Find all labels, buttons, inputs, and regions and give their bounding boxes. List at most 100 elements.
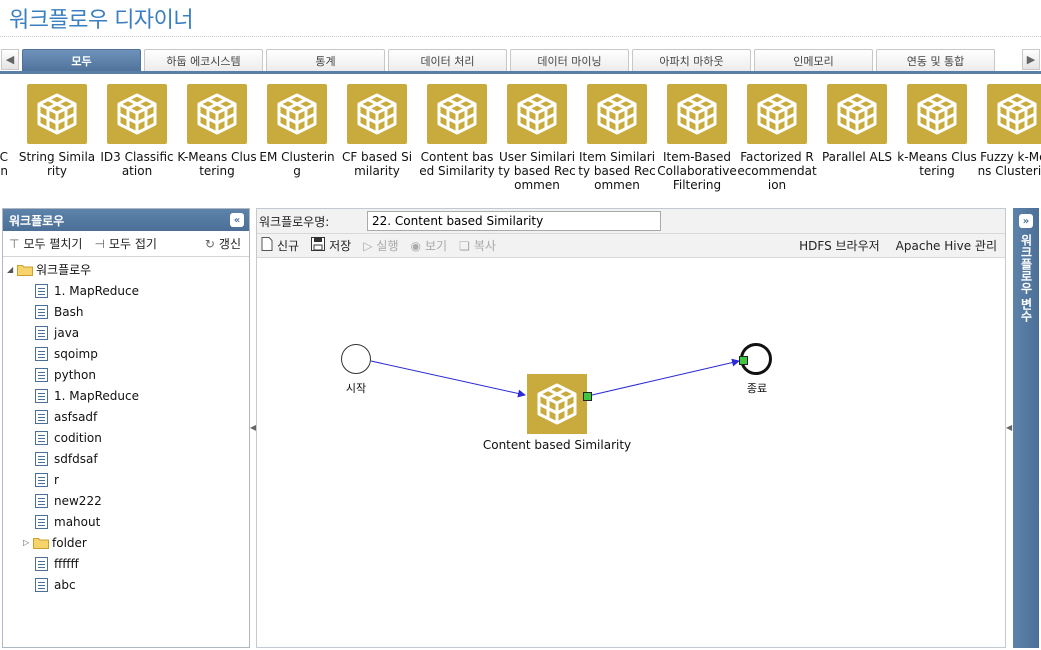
workflow-file-icon (35, 472, 48, 487)
cube-icon (507, 84, 567, 144)
refresh-button[interactable]: ↻ 갱신 (205, 235, 241, 252)
tree-item[interactable]: abc (3, 574, 249, 595)
cube-icon (537, 383, 577, 425)
expand-all-label: 모두 펼치기 (23, 237, 83, 251)
tab-in-memory[interactable]: 인메모리 (754, 49, 873, 71)
action-node-label: Content based Similarity (482, 438, 632, 452)
edge-start-to-action (370, 360, 526, 398)
palette-item[interactable]: Content based Similarity (417, 84, 497, 204)
tree-item[interactable]: codition (3, 427, 249, 448)
save-button[interactable]: 저장 (311, 237, 351, 254)
hive-admin-link[interactable]: Apache Hive 관리 (896, 237, 997, 254)
collapse-all-button[interactable]: ⊣ 모두 접기 (94, 235, 156, 252)
view-button[interactable]: ◉ 보기 (411, 237, 448, 254)
category-tabs: 모두 하둡 에코시스템 통계 데이터 처리 데이터 마이닝 아파치 마하웃 인메… (22, 49, 998, 71)
tree-root[interactable]: ◢ 워크플로우 (3, 259, 249, 280)
tree-item[interactable]: mahout (3, 511, 249, 532)
tab-apache-mahout[interactable]: 아파치 마하웃 (632, 49, 751, 71)
action-node[interactable] (527, 374, 587, 434)
palette-item-label: CF based Similarity (341, 150, 413, 178)
new-button[interactable]: 신규 (261, 237, 299, 254)
palette-item[interactable]: CF based Similarity (337, 84, 417, 204)
tree-item[interactable]: r (3, 469, 249, 490)
tree-item[interactable]: sqoimp (3, 343, 249, 364)
collapsed-arrow-icon[interactable]: ▷ (23, 538, 33, 547)
tab-scroll-left-button[interactable]: ◀ (1, 49, 19, 70)
refresh-label: 갱신 (218, 237, 241, 251)
workflow-file-icon (35, 367, 48, 382)
cube-icon (987, 84, 1041, 144)
workflow-canvas[interactable]: 시작 Content based Similarity 종료 (257, 258, 1005, 647)
start-node[interactable] (341, 344, 371, 374)
expand-all-button[interactable]: ⊤ 모두 펼치기 (9, 235, 82, 252)
palette-item[interactable]: K-Means Clustering (177, 84, 257, 204)
tab-data-mining[interactable]: 데이터 마이닝 (510, 49, 629, 71)
palette-item[interactable]: Fuzzy k-Means Clustering (977, 84, 1041, 204)
tab-statistics[interactable]: 통계 (266, 49, 385, 71)
tree-item[interactable]: python (3, 364, 249, 385)
panel-title: 워크플로우 (9, 213, 65, 228)
eye-icon: ◉ (410, 238, 421, 253)
tab-all[interactable]: 모두 (22, 49, 141, 71)
palette-item[interactable]: Item-Based Collaborative Filtering (657, 84, 737, 204)
end-node-input-port[interactable] (739, 356, 748, 365)
cube-icon (107, 84, 167, 144)
cube-icon (267, 84, 327, 144)
workflow-name-label: 워크플로우명: (259, 214, 330, 229)
palette-item[interactable]: EM Clustering (257, 84, 337, 204)
tree-item-label: folder (52, 535, 87, 550)
tree-item-label: asfsadf (54, 409, 98, 424)
palette-item-label: Parallel ALS (821, 150, 893, 164)
workflow-editor: 워크플로우명: 신규 저장 ▷ 실행 ◉ 보기 ❏ 복사 HDFS (256, 208, 1006, 648)
palette-item-label: C n (0, 150, 8, 178)
right-splitter[interactable]: ◀ (1006, 208, 1012, 648)
tree-item[interactable]: asfsadf (3, 406, 249, 427)
tree-folder[interactable]: ▷ folder (3, 532, 249, 553)
workflow-variables-panel[interactable]: » 워크플로우 변수 (1013, 208, 1039, 648)
copy-button[interactable]: ❏ 복사 (459, 237, 496, 254)
edges-layer (370, 358, 740, 398)
palette-item[interactable]: ID3 Classification (97, 84, 177, 204)
tree-item[interactable]: 1. MapReduce (3, 280, 249, 301)
palette-item[interactable]: Parallel ALS (817, 84, 897, 204)
workflow-name-bar: 워크플로우명: (257, 209, 1005, 234)
tree-item[interactable]: ffffff (3, 553, 249, 574)
tree-item[interactable]: sdfdsaf (3, 448, 249, 469)
tree-root-label: 워크플로우 (36, 263, 92, 277)
workflow-variables-title: 워크플로우 변수 (1019, 234, 1033, 323)
palette-item-label: Item-Based Collaborative Filtering (657, 150, 737, 192)
palette-item[interactable]: String Similarity (17, 84, 97, 204)
tab-hadoop-ecosystem[interactable]: 하둡 에코시스템 (144, 49, 263, 71)
expanded-arrow-icon[interactable]: ◢ (7, 265, 17, 274)
title-divider (0, 36, 1041, 37)
splitter-arrow-icon: ◀ (1006, 423, 1013, 432)
tree-item[interactable]: java (3, 322, 249, 343)
new-document-icon (261, 237, 273, 254)
tab-scroll-right-button[interactable]: ▶ (1022, 49, 1040, 70)
tree-item[interactable]: Bash (3, 301, 249, 322)
tab-integration[interactable]: 연동 및 통합 (876, 49, 995, 71)
palette-item[interactable]: Item Similarity based Recommen (577, 84, 657, 204)
action-node-output-port[interactable] (583, 392, 592, 401)
palette-item[interactable]: Factorized Recommendation (737, 84, 817, 204)
expand-panel-button[interactable]: » (1019, 214, 1033, 228)
workflow-file-icon (35, 388, 48, 403)
run-button[interactable]: ▷ 실행 (363, 237, 398, 254)
cube-icon (187, 84, 247, 144)
palette-item[interactable]: k-Means Clustering (897, 84, 977, 204)
tree-item[interactable]: 1. MapReduce (3, 385, 249, 406)
tree-item-label: 1. MapReduce (54, 388, 139, 403)
workflow-file-icon (35, 409, 48, 424)
play-icon: ▷ (363, 238, 373, 253)
page-title: 워크플로우 디자이너 (9, 8, 194, 33)
tree-item[interactable]: new222 (3, 490, 249, 511)
palette-item[interactable]: User Similarity based Recommen (497, 84, 577, 204)
collapse-panel-button[interactable]: « (230, 213, 244, 227)
cube-icon (747, 84, 807, 144)
hdfs-browser-link[interactable]: HDFS 브라우저 (799, 237, 880, 254)
palette-item-label: k-Means Clustering (897, 150, 977, 178)
cube-icon (587, 84, 647, 144)
palette-item-partial[interactable]: C n (0, 84, 8, 204)
workflow-name-input[interactable] (367, 211, 661, 231)
tab-data-processing[interactable]: 데이터 처리 (388, 49, 507, 71)
